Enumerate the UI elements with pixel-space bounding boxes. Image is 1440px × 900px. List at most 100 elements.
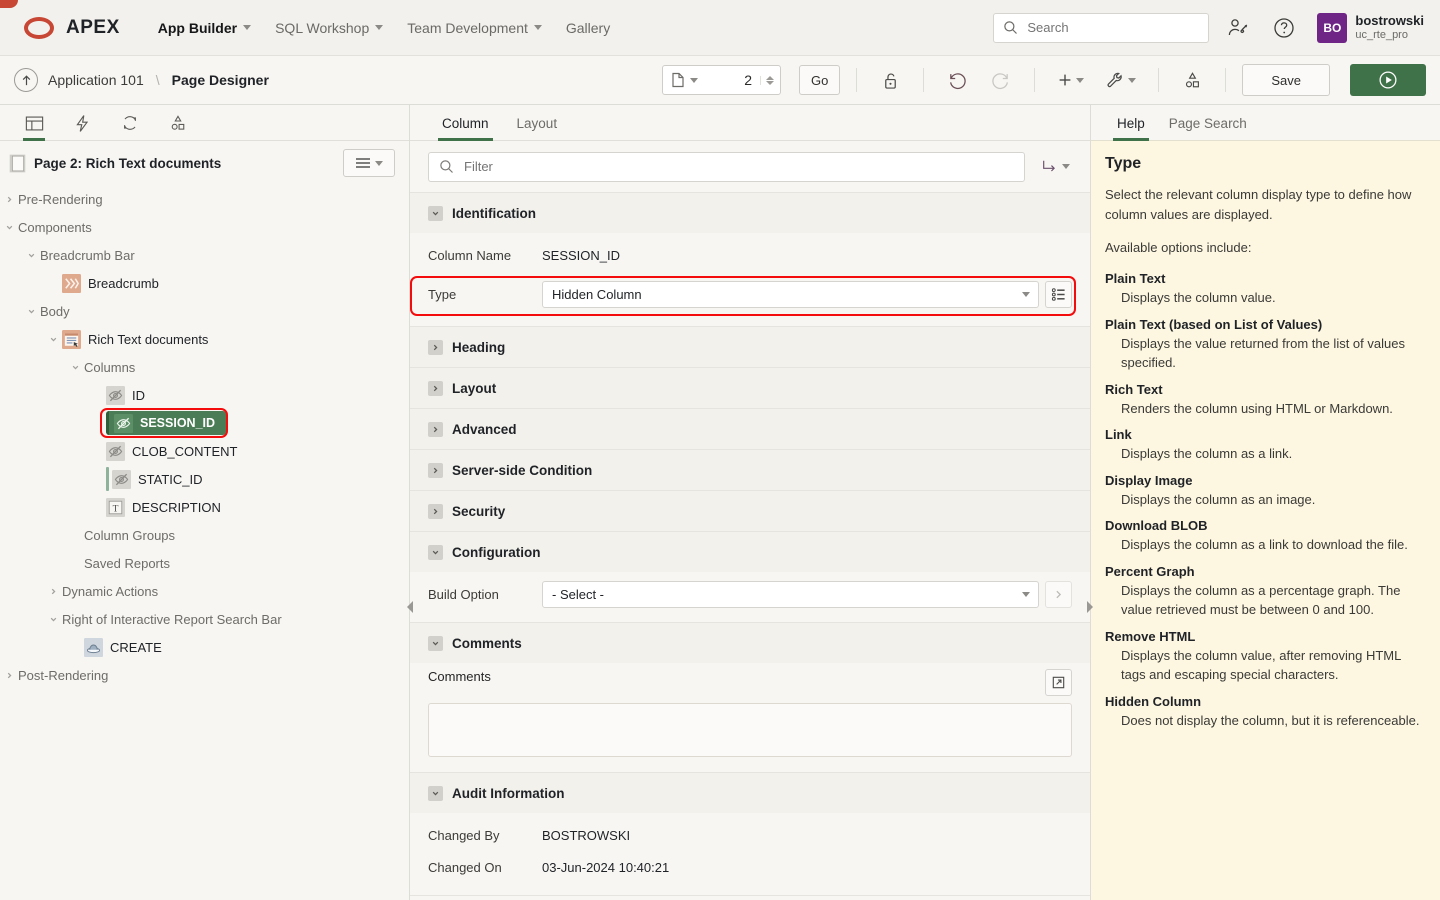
tree-node-session-id[interactable]: SESSION_ID: [0, 409, 409, 437]
tree-node-saved-reports[interactable]: Saved Reports: [0, 549, 409, 577]
tree-node-id[interactable]: ID: [0, 381, 409, 409]
tree-node-create[interactable]: CREATE: [0, 633, 409, 661]
section-identification-header[interactable]: Identification: [410, 193, 1090, 233]
comments-textarea[interactable]: [428, 703, 1072, 757]
section-security-title: Security: [452, 504, 505, 519]
chevron-down-icon[interactable]: [428, 206, 443, 221]
tree-node-pre-rendering[interactable]: Pre-Rendering: [0, 185, 409, 213]
tab-page-search[interactable]: Page Search: [1157, 106, 1259, 140]
search-input[interactable]: [1025, 19, 1199, 36]
chevron-right-icon[interactable]: [428, 422, 443, 437]
section-configuration-title: Configuration: [452, 545, 540, 560]
filter-input[interactable]: [462, 158, 1014, 175]
tree-node-rich-text-documents[interactable]: Rich Text documents: [0, 325, 409, 353]
save-button[interactable]: Save: [1242, 64, 1330, 96]
hidden-column-icon: [106, 442, 125, 461]
run-page-button[interactable]: [1350, 64, 1426, 96]
avatar[interactable]: BO: [1317, 13, 1347, 43]
go-button[interactable]: Go: [799, 65, 840, 95]
tree-node-columns[interactable]: Columns: [0, 353, 409, 381]
tree-node-right-of-interactive-report-search-bar[interactable]: Right of Interactive Report Search Bar: [0, 605, 409, 633]
shared-components-tab[interactable]: [158, 106, 198, 140]
user-info[interactable]: bostrowski uc_rte_pro: [1355, 13, 1424, 43]
tree-menu-button[interactable]: [343, 149, 395, 177]
section-audit-information: Audit Information Changed By BOSTROWSKI …: [410, 773, 1090, 896]
chevron-down-icon[interactable]: [66, 353, 84, 381]
section-security-header[interactable]: Security: [410, 491, 1090, 531]
chevron-right-icon[interactable]: [428, 381, 443, 396]
list-of-values-icon[interactable]: [1045, 281, 1072, 308]
chevron-down-icon[interactable]: [44, 325, 62, 353]
add-component-button[interactable]: [1051, 64, 1090, 96]
chevron-down-icon[interactable]: [22, 297, 40, 325]
chevron-down-icon[interactable]: [22, 241, 40, 269]
chevron-down-icon[interactable]: [428, 545, 443, 560]
unlock-icon[interactable]: [873, 64, 907, 96]
chevron-right-icon[interactable]: [428, 340, 443, 355]
global-search[interactable]: [993, 13, 1209, 43]
nav-sql-workshop[interactable]: SQL Workshop: [263, 14, 395, 42]
nav-team-development[interactable]: Team Development: [395, 14, 554, 42]
tree-node-dynamic-actions[interactable]: Dynamic Actions: [0, 577, 409, 605]
tab-help[interactable]: Help: [1105, 106, 1157, 140]
page-number-value[interactable]: 2: [698, 72, 760, 88]
section-comments-header[interactable]: Comments: [410, 623, 1090, 663]
section-configuration-header[interactable]: Configuration: [410, 532, 1090, 572]
tree-node-static-id[interactable]: STATIC_ID: [0, 465, 409, 493]
tree-twisty-empty: [66, 633, 84, 661]
chevron-down-icon[interactable]: [428, 786, 443, 801]
undo-icon[interactable]: [940, 64, 974, 96]
tree-node-description[interactable]: TDESCRIPTION: [0, 493, 409, 521]
tree-node-breadcrumb[interactable]: Breadcrumb: [0, 269, 409, 297]
section-heading-header[interactable]: Heading: [410, 327, 1090, 367]
breadcrumb-application[interactable]: Application 101: [48, 72, 144, 88]
help-options-list: Plain TextDisplays the column value.Plai…: [1105, 271, 1424, 730]
left-splitter-handle[interactable]: [406, 600, 415, 614]
tree-node-body[interactable]: Body: [0, 297, 409, 325]
tree-node-clob-content[interactable]: CLOB_CONTENT: [0, 437, 409, 465]
nav-gallery[interactable]: Gallery: [554, 14, 622, 42]
goto-group-button[interactable]: [1035, 151, 1076, 183]
section-heading-title: Heading: [452, 340, 505, 355]
section-audit-information-header[interactable]: Audit Information: [410, 773, 1090, 813]
interactive-report-icon: [62, 330, 81, 349]
build-option-select[interactable]: - Select -: [542, 581, 1039, 608]
dynamic-actions-tab[interactable]: [62, 106, 102, 140]
section-security: Security: [410, 491, 1090, 532]
processing-tab[interactable]: [110, 106, 150, 140]
page-selector[interactable]: 2: [662, 65, 781, 95]
chevron-right-icon[interactable]: [0, 185, 18, 213]
chevron-right-icon[interactable]: [428, 463, 443, 478]
goto-group-icon: [1041, 158, 1059, 175]
arrow-up-circle-icon[interactable]: [14, 68, 38, 92]
wrench-icon[interactable]: [1100, 64, 1142, 96]
chevron-down-icon[interactable]: [44, 605, 62, 633]
right-splitter-handle[interactable]: [1085, 600, 1094, 614]
page-number-stepper[interactable]: [760, 76, 776, 85]
help-circle-icon[interactable]: [1267, 11, 1301, 45]
tab-column[interactable]: Column: [428, 106, 503, 140]
section-server-side-condition-header[interactable]: Server-side Condition: [410, 450, 1090, 490]
chevron-right-icon[interactable]: [428, 504, 443, 519]
rendering-tab[interactable]: [14, 106, 54, 140]
type-select[interactable]: Hidden Column: [542, 281, 1039, 308]
section-advanced-header[interactable]: Advanced: [410, 409, 1090, 449]
property-filter[interactable]: [428, 152, 1025, 182]
chevron-right-icon[interactable]: [44, 577, 62, 605]
tree-node-post-rendering[interactable]: Post-Rendering: [0, 661, 409, 689]
section-layout-header[interactable]: Layout: [410, 368, 1090, 408]
nav-app-builder[interactable]: App Builder: [146, 14, 263, 42]
chevron-down-icon[interactable]: [428, 636, 443, 651]
help-pane: Help Page Search Type Select the relevan…: [1090, 105, 1440, 900]
tree-node-components[interactable]: Components: [0, 213, 409, 241]
help-option-term: Rich Text: [1105, 382, 1424, 397]
user-settings-icon[interactable]: [1221, 11, 1255, 45]
open-external-icon[interactable]: [1045, 669, 1072, 696]
chevron-down-icon[interactable]: [0, 213, 18, 241]
chevron-right-icon[interactable]: [0, 661, 18, 689]
tree-node-selected[interactable]: SESSION_ID: [106, 411, 226, 435]
tab-layout[interactable]: Layout: [503, 106, 572, 140]
tree-node-column-groups[interactable]: Column Groups: [0, 521, 409, 549]
tree-node-breadcrumb-bar[interactable]: Breadcrumb Bar: [0, 241, 409, 269]
page-shapes-icon[interactable]: [1175, 64, 1209, 96]
